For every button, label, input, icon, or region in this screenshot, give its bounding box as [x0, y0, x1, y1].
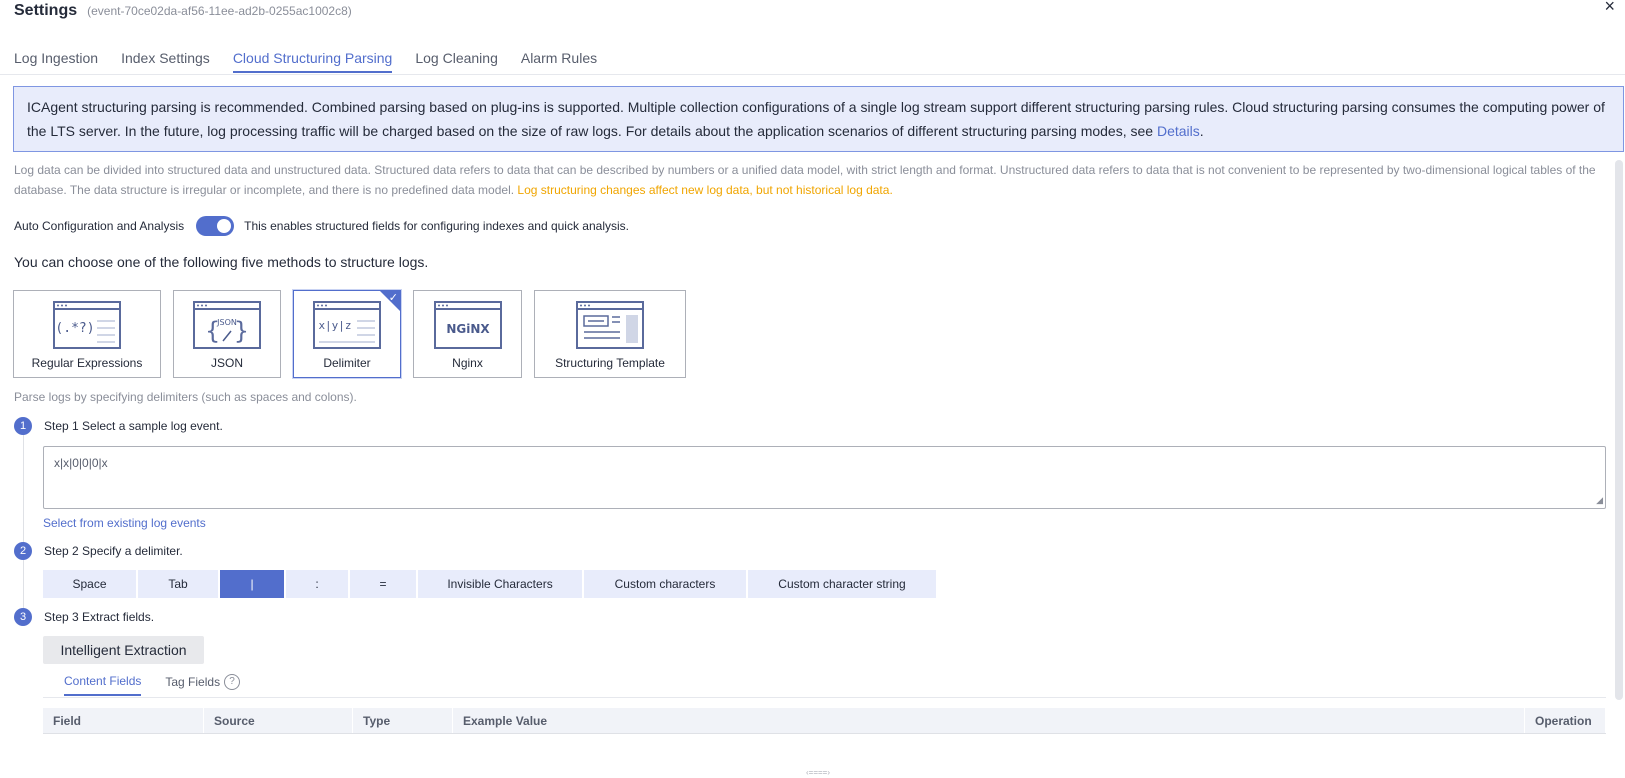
tab-tag-fields[interactable]: Tag Fields?: [165, 674, 241, 696]
dialog-header: Settings (event-70ce02da-af56-11ee-ad2b-…: [14, 2, 352, 20]
step-1-label: Step 1 Select a sample log event.: [44, 419, 223, 433]
auto-config-toggle[interactable]: [196, 216, 235, 236]
column-field: Field: [43, 708, 204, 733]
methods-title: You can choose one of the following five…: [14, 254, 429, 270]
json-icon: { } JSON: [193, 301, 261, 349]
steps-connector: [23, 420, 24, 620]
template-icon: [576, 301, 644, 349]
regex-icon: (.*?): [53, 301, 121, 349]
auto-config-hint: This enables structured fields for confi…: [244, 219, 629, 233]
toggle-knob: [217, 219, 232, 233]
method-label-template: Structuring Template: [555, 356, 665, 370]
method-label-json: JSON: [210, 356, 243, 370]
delimiter-custom-string[interactable]: Custom character string: [748, 570, 936, 598]
method-card-delimiter[interactable]: x|y|z Delimiter ✓: [293, 290, 401, 378]
method-card-template[interactable]: Structuring Template: [534, 290, 686, 378]
info-text: ICAgent structuring parsing is recommend…: [27, 99, 1605, 139]
delimiter-description: Parse logs by specifying delimiters (suc…: [14, 390, 357, 404]
content-fields-label: Content Fields: [64, 674, 142, 688]
method-card-regex[interactable]: (.*?) Regular Expressions: [13, 290, 161, 378]
method-label-nginx: Nginx: [452, 356, 483, 370]
sample-log-value: x|x|0|0|0|x: [54, 456, 108, 470]
tab-alarm-rules[interactable]: Alarm Rules: [521, 50, 597, 73]
step-2-badge: 2: [14, 542, 32, 560]
tabs-divider: [0, 74, 1625, 75]
tab-log-cleaning[interactable]: Log Cleaning: [415, 50, 498, 73]
tab-cloud-structuring-parsing[interactable]: Cloud Structuring Parsing: [232, 50, 393, 73]
delimiter-custom-chars[interactable]: Custom characters: [584, 570, 746, 598]
check-icon: ✓: [388, 292, 398, 304]
warning-text: Log structuring changes affect new log d…: [517, 183, 893, 197]
help-icon[interactable]: ?: [224, 674, 241, 690]
step-3-label: Step 3 Extract fields.: [44, 610, 155, 624]
auto-config-label: Auto Configuration and Analysis: [14, 219, 185, 233]
delimiter-colon[interactable]: :: [286, 570, 348, 598]
loading-indicator: ‹====›: [806, 768, 831, 777]
nginx-icon: NGiNX: [433, 301, 502, 349]
column-source: Source: [204, 708, 353, 733]
tag-fields-label: Tag Fields: [165, 675, 221, 689]
resize-handle-icon[interactable]: ◢: [1596, 495, 1603, 506]
json-icon-text: JSON: [216, 318, 237, 327]
method-label-delimiter: Delimiter: [323, 356, 371, 370]
nginx-icon-text: NGiNX: [446, 322, 490, 336]
tab-content-fields[interactable]: Content Fields: [64, 674, 142, 696]
subtabs-divider: [43, 697, 1606, 698]
delimiter-icon-text: x|y|z: [318, 319, 351, 332]
delimiter-tab[interactable]: Tab: [138, 570, 218, 598]
event-id: (event-70ce02da-af56-11ee-ad2b-0255ac100…: [87, 4, 352, 18]
sample-log-input[interactable]: x|x|0|0|0|x ◢: [43, 446, 1606, 509]
tab-index-settings[interactable]: Index Settings: [121, 50, 210, 73]
delimiter-options: Space Tab | : = Invisible Characters Cus…: [43, 570, 936, 598]
intelligent-extraction-button[interactable]: Intelligent Extraction: [43, 636, 204, 664]
method-card-json[interactable]: { } JSON JSON: [173, 290, 281, 378]
column-operation: Operation: [1525, 708, 1606, 733]
field-subtabs: Content Fields Tag Fields?: [64, 674, 241, 696]
delimiter-invisible[interactable]: Invisible Characters: [418, 570, 582, 598]
method-card-nginx[interactable]: NGiNX Nginx: [413, 290, 522, 378]
fields-table-header: Field Source Type Example Value Operatio…: [43, 708, 1606, 734]
delimiter-space[interactable]: Space: [43, 570, 136, 598]
auto-config-row: Auto Configuration and Analysis This ena…: [14, 216, 629, 236]
step-3-badge: 3: [14, 608, 32, 626]
close-icon[interactable]: ×: [1604, 0, 1615, 17]
info-banner: ICAgent structuring parsing is recommend…: [13, 86, 1624, 152]
page-title: Settings: [14, 2, 78, 19]
delimiter-equals[interactable]: =: [350, 570, 416, 598]
step-1-badge: 1: [14, 417, 32, 435]
step-2-label: Step 2 Specify a delimiter.: [44, 544, 183, 558]
delimiter-pipe[interactable]: |: [220, 570, 284, 598]
method-label-regex: Regular Expressions: [31, 356, 143, 370]
settings-tabs: Log Ingestion Index Settings Cloud Struc…: [14, 50, 597, 73]
tab-log-ingestion[interactable]: Log Ingestion: [14, 50, 98, 73]
delimiter-icon: x|y|z: [313, 301, 381, 349]
column-example-value: Example Value: [453, 708, 1525, 733]
vertical-scrollbar[interactable]: [1615, 160, 1623, 700]
regex-icon-text: (.*?): [55, 321, 94, 336]
info-end: .: [1199, 123, 1204, 139]
details-link[interactable]: Details: [1157, 123, 1200, 139]
select-existing-log-link[interactable]: Select from existing log events: [43, 516, 206, 530]
structure-description: Log data can be divided into structured …: [14, 160, 1604, 200]
column-type: Type: [353, 708, 453, 733]
